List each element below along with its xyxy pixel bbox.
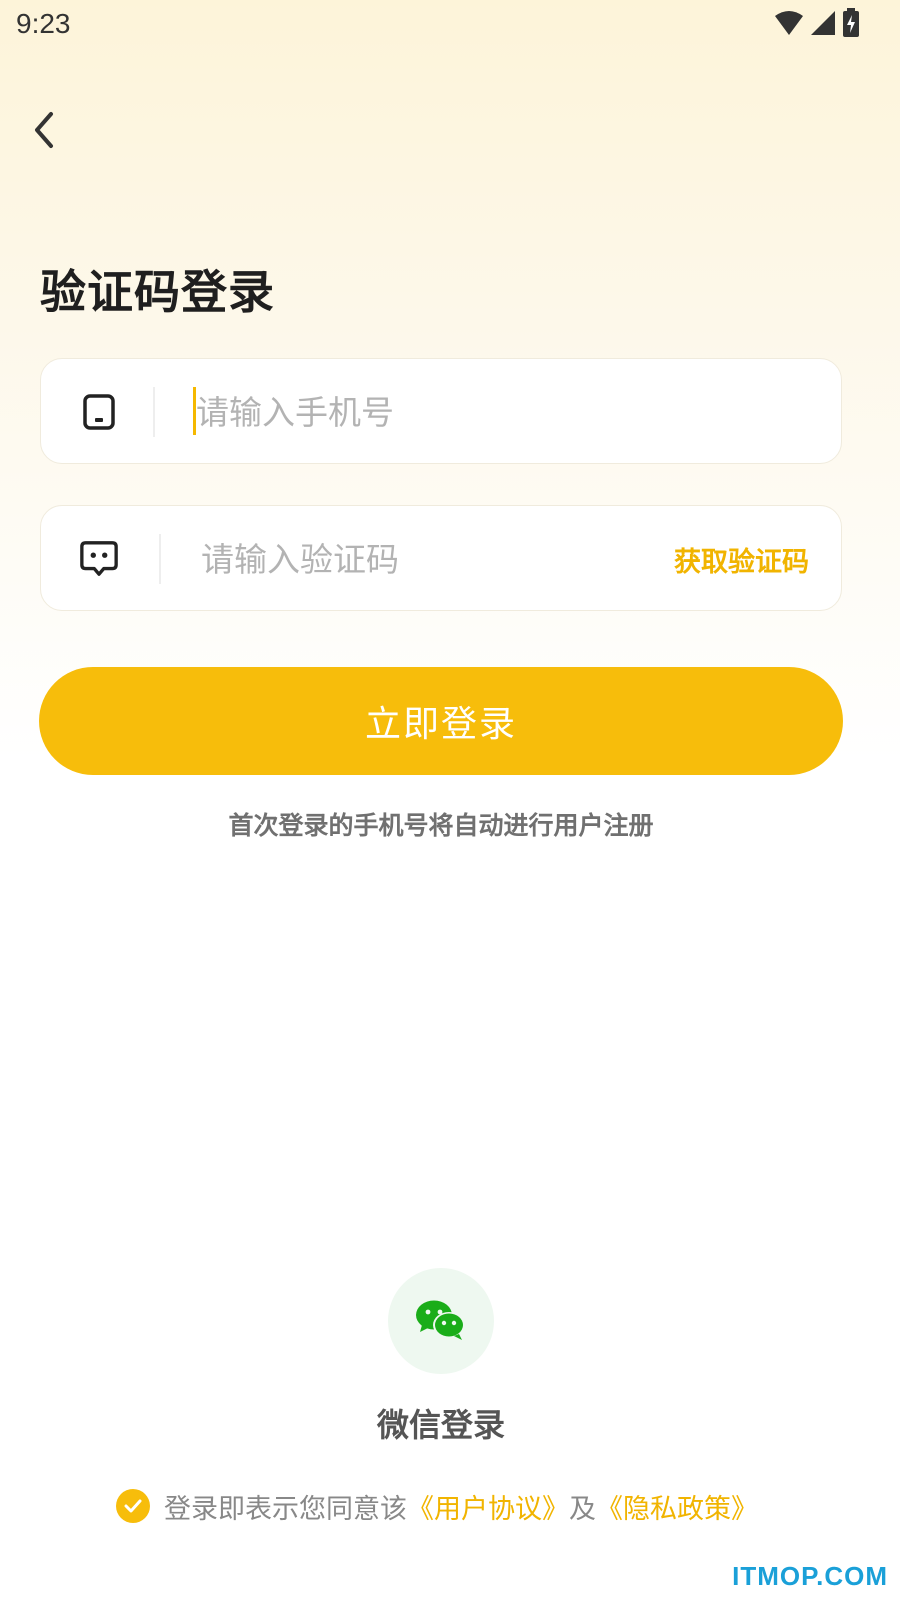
watermark: ITMOP.COM: [732, 1561, 888, 1591]
signal-icon: [811, 11, 835, 35]
agreement-prefix: 登录即表示您同意该: [164, 1493, 407, 1525]
wechat-icon: [416, 1300, 465, 1340]
phone-field[interactable]: [40, 358, 842, 464]
wifi-icon: [775, 11, 803, 35]
wechat-login-button[interactable]: [388, 1268, 494, 1374]
battery-icon: [843, 8, 859, 37]
field-divider: [159, 534, 161, 584]
code-input[interactable]: [201, 530, 651, 588]
status-time: 9:23: [16, 8, 71, 39]
back-button[interactable]: [20, 104, 68, 156]
message-icon: [79, 539, 119, 579]
check-icon: [124, 1499, 142, 1513]
status-bar: 9:23: [0, 0, 900, 48]
agreement-row: 登录即表示您同意该 《用户协议》 及 《隐私政策》: [116, 1486, 758, 1526]
phone-icon: [79, 392, 119, 432]
code-field[interactable]: 获取验证码: [40, 505, 842, 611]
field-divider: [153, 387, 155, 437]
status-icons: [774, 8, 860, 38]
wechat-login-label: 微信登录: [376, 1406, 505, 1444]
get-code-button[interactable]: 获取验证码: [674, 540, 809, 579]
privacy-policy-link[interactable]: 《隐私政策》: [596, 1487, 758, 1526]
login-button[interactable]: 立即登录: [39, 667, 843, 775]
phone-input[interactable]: [196, 383, 796, 441]
user-agreement-link[interactable]: 《用户协议》: [407, 1487, 569, 1526]
register-hint: 首次登录的手机号将自动进行用户注册: [228, 811, 654, 840]
agreement-checkbox[interactable]: [116, 1489, 150, 1523]
page-title: 验证码登录: [40, 265, 275, 319]
agreement-conjunction: 及: [569, 1493, 596, 1525]
chevron-left-icon: [35, 112, 53, 148]
